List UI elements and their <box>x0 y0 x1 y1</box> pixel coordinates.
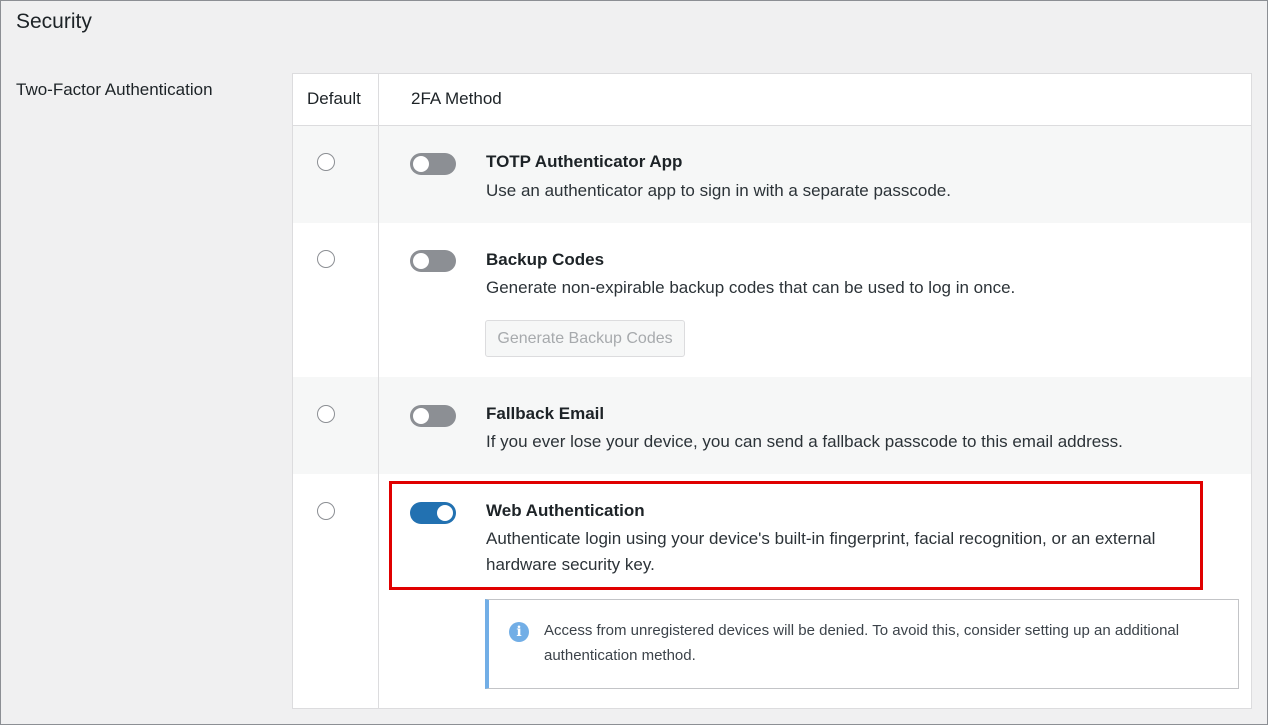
default-radio-fallback-email[interactable] <box>317 405 335 423</box>
two-factor-label: Two-Factor Authentication <box>16 80 213 99</box>
toggle-totp[interactable] <box>410 153 456 175</box>
highlight-box <box>389 481 1203 590</box>
generate-backup-codes-button[interactable]: Generate Backup Codes <box>485 320 685 357</box>
column-divider <box>378 74 379 708</box>
default-radio-web-authentication[interactable] <box>317 502 335 520</box>
method-description-backup-codes: Generate non-expirable backup codes that… <box>486 278 1016 297</box>
toggle-fallback-email[interactable] <box>410 405 456 427</box>
method-row-totp: TOTP Authenticator App Use an authentica… <box>293 126 1251 223</box>
section-title: Security <box>16 10 92 33</box>
method-description-fallback-email: If you ever lose your device, you can se… <box>486 432 1123 451</box>
info-icon: i <box>509 622 529 642</box>
method-title-backup-codes: Backup Codes <box>486 250 605 269</box>
method-title-fallback-email: Fallback Email <box>486 404 605 423</box>
notice-text: Access from unregistered devices will be… <box>544 622 1180 664</box>
method-row-backup-codes: Backup Codes Generate non-expirable back… <box>293 223 1251 377</box>
default-radio-totp[interactable] <box>317 153 335 171</box>
table-header: Default 2FA Method <box>293 74 1251 126</box>
security-settings-panel: Security Two-Factor Authentication Defau… <box>0 0 1268 725</box>
toggle-backup-codes[interactable] <box>410 250 456 272</box>
info-notice: i Access from unregistered devices will … <box>485 599 1239 689</box>
method-title-totp: TOTP Authenticator App <box>486 152 683 171</box>
method-row-fallback-email: Fallback Email If you ever lose your dev… <box>293 377 1251 474</box>
method-description-totp: Use an authenticator app to sign in with… <box>486 181 951 200</box>
default-radio-backup-codes[interactable] <box>317 250 335 268</box>
two-factor-methods-table: Default 2FA Method TOTP Authenticator Ap… <box>292 73 1252 709</box>
column-header-method: 2FA Method <box>411 89 502 108</box>
column-header-default: Default <box>307 89 361 108</box>
